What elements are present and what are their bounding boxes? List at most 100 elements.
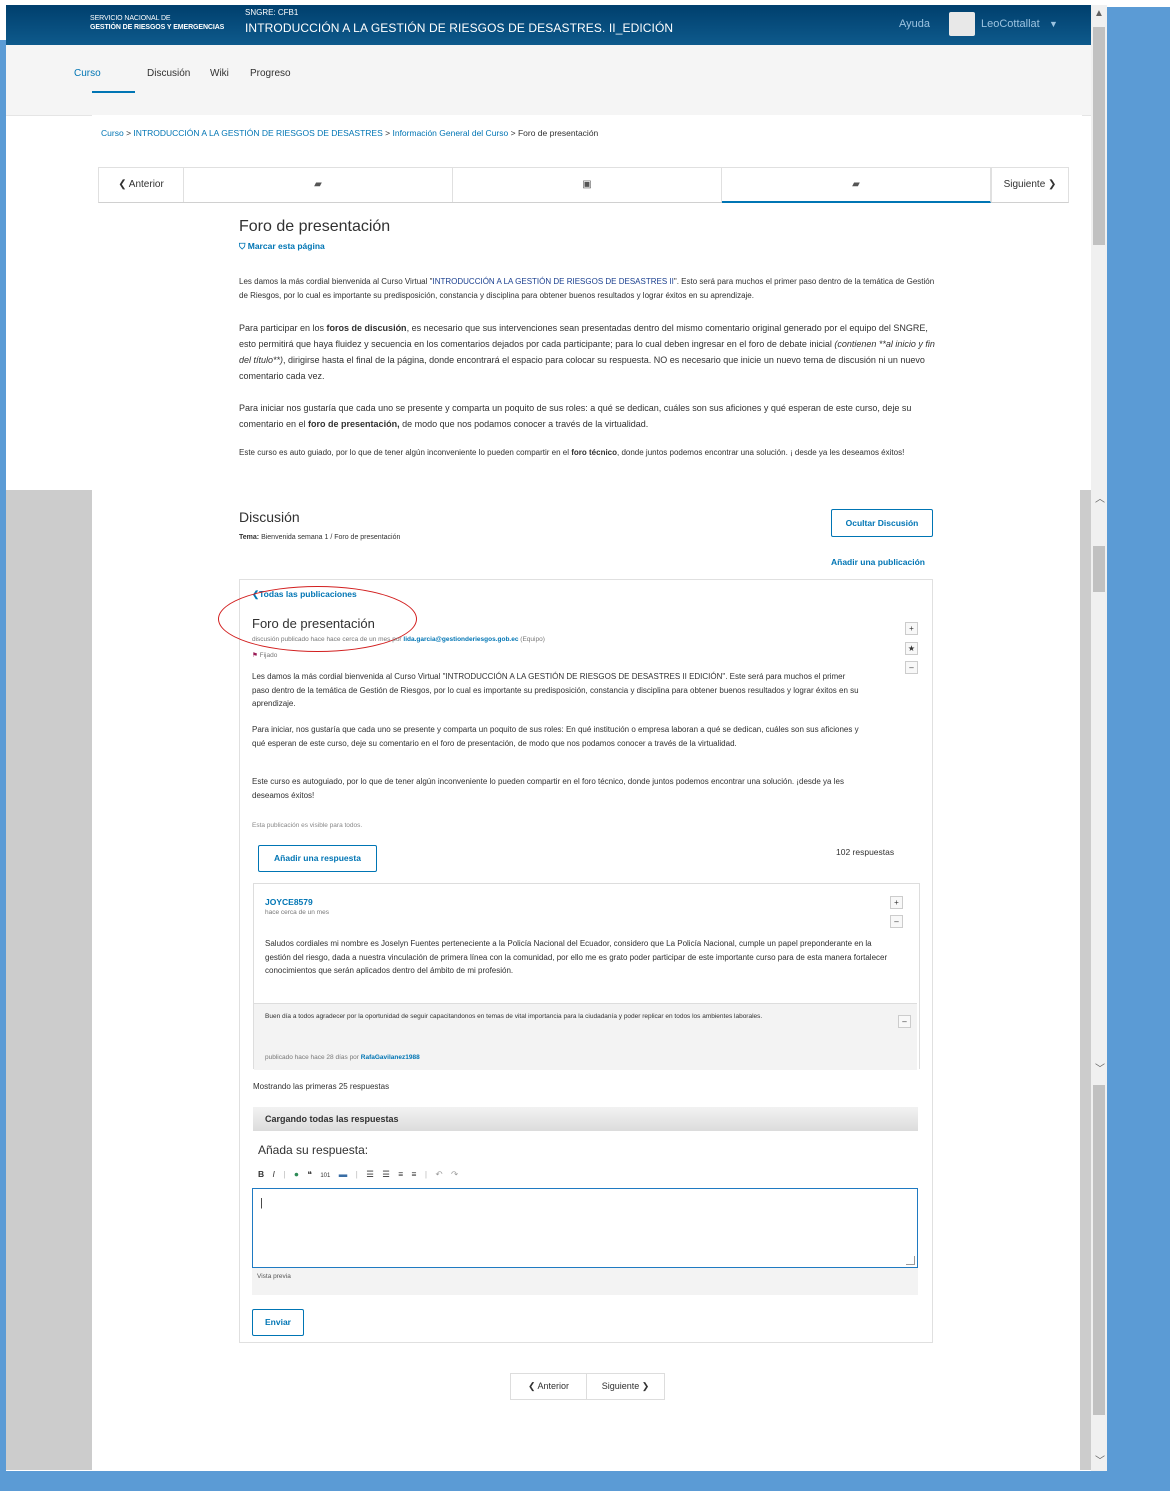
comment-body: Buen día a todos agradecer por la oportu… — [265, 1013, 763, 1020]
image-icon[interactable]: ▬ — [339, 1169, 348, 1179]
resize-handle-icon[interactable] — [906, 1256, 915, 1265]
username[interactable]: LeoCottallat — [981, 18, 1040, 30]
help-link[interactable]: Ayuda — [899, 18, 930, 30]
editor-toolbar: B I | ● ❝ 101 ▬ | ☰ ☰ ≡ ≡ | ↶ ↷ — [258, 1169, 459, 1180]
inner-scroll-up-icon[interactable]: ︿ — [1095, 490, 1105, 505]
film-icon: ▣ — [582, 179, 592, 190]
send-button[interactable]: Enviar — [252, 1309, 304, 1336]
tab-progress[interactable]: Progreso — [250, 68, 291, 79]
grey-overlay-right — [1080, 490, 1091, 1470]
showing-responses: Mostrando las primeras 25 respuestas — [253, 1082, 390, 1091]
book-icon: ▰ — [852, 179, 860, 190]
org-logo[interactable]: SERVICIO NACIONAL DE GESTIÓN DE RIESGOS … — [90, 14, 224, 32]
thread-body-3: Este curso es autoguiado, por lo que de … — [252, 777, 844, 800]
sequence-tab-video[interactable]: ▣ — [453, 168, 722, 202]
tab-discussion[interactable]: Discusión — [147, 68, 190, 79]
plus-icon[interactable]: + — [890, 896, 903, 909]
bottom-next-button[interactable]: Siguiente ❯ — [587, 1374, 664, 1399]
sequence-prev-button[interactable]: ❮ Anterior — [99, 168, 184, 202]
chevron-left-icon: ❮ — [118, 179, 129, 190]
more-icon[interactable]: – — [890, 915, 903, 928]
thread-meta: discusión publicado hace hace cerca de u… — [252, 636, 545, 643]
italic-icon[interactable]: I — [273, 1169, 275, 1179]
hide-discussion-button[interactable]: Ocultar Discusión — [831, 509, 933, 537]
grey-overlay-left — [6, 490, 92, 1470]
thread-title: Foro de presentación — [252, 616, 375, 631]
add-post-link[interactable]: Añadir una publicación — [831, 557, 925, 567]
thread-body-2: Para iniciar, nos gustaría que cada uno … — [252, 725, 859, 748]
visibility-note: Esta publicación es visible para todos. — [252, 822, 363, 829]
reply-editor[interactable]: | — [252, 1188, 918, 1268]
breadcrumb-subsection[interactable]: Información General del Curso — [392, 128, 508, 138]
quote-icon[interactable]: ❝ — [307, 1169, 312, 1180]
pinned-badge: ⚑ Fijado — [252, 652, 278, 659]
thread-author-link[interactable]: lida.garcia@gestionderiesgos.gob.ec — [403, 636, 518, 643]
sequence-tab-current[interactable]: ▰ — [722, 168, 991, 203]
hr-icon[interactable]: ≡ — [412, 1169, 417, 1179]
load-all-responses-button[interactable]: Cargando todas las respuestas — [253, 1107, 918, 1131]
add-response-button[interactable]: Añadir una respuesta — [258, 845, 377, 872]
chevron-down-icon[interactable]: ▼ — [1049, 19, 1058, 29]
sequence-next-button[interactable]: Siguiente ❯ — [991, 168, 1068, 202]
site-header: SERVICIO NACIONAL DE GESTIÓN DE RIESGOS … — [6, 5, 1091, 45]
pin-icon: ⚑ — [252, 652, 258, 659]
bottom-sequence-nav: ❮ Anterior Siguiente ❯ — [510, 1373, 665, 1400]
numbered-list-icon[interactable]: ☰ — [366, 1169, 374, 1180]
response-body: Saludos cordiales mi nombre es Joselyn F… — [265, 939, 888, 975]
breadcrumb: Curso > INTRODUCCIÓN A LA GESTIÓN DE RIE… — [101, 128, 599, 138]
comment-meta: publicado hace hace 28 días por RafaGavi… — [265, 1054, 420, 1061]
bottom-prev-button[interactable]: ❮ Anterior — [511, 1374, 587, 1399]
chevron-right-icon: ❯ — [1045, 179, 1057, 190]
sequence-nav: ❮ Anterior ▰ ▣ ▰ Siguiente ❯ — [98, 167, 1069, 203]
discussion-topic: Tema: Bienvenida semana 1 / Foro de pres… — [239, 534, 401, 541]
bookmark-icon: ⛉ — [239, 241, 248, 251]
redo-icon[interactable]: ↷ — [451, 1169, 458, 1180]
bold-icon[interactable]: B — [258, 1169, 264, 1179]
active-tab-indicator — [92, 91, 135, 93]
scroll-up-icon[interactable]: ▲ — [1092, 7, 1106, 21]
tab-wiki[interactable]: Wiki — [210, 68, 229, 79]
lower-scrollbar-thumb[interactable] — [1093, 1085, 1105, 1415]
tab-course[interactable]: Curso — [74, 68, 101, 79]
bookmark-button[interactable]: ⛉ Marcar esta página — [239, 241, 325, 252]
bullet-list-icon[interactable]: ☰ — [382, 1169, 390, 1180]
preview-label: Vista previa — [257, 1273, 291, 1280]
chevron-right-icon: ❯ — [639, 1381, 650, 1391]
book-icon: ▰ — [314, 179, 322, 190]
breadcrumb-current: Foro de presentación — [517, 128, 599, 138]
comment-author-link[interactable]: RafaGavilanez1988 — [361, 1054, 420, 1061]
undo-icon[interactable]: ↶ — [435, 1169, 442, 1180]
intro-paragraph-3: Para iniciar nos gustaría que cada uno s… — [239, 403, 912, 429]
reply-heading: Añada su respuesta: — [258, 1143, 369, 1157]
page-title: Foro de presentación — [239, 218, 391, 235]
heading-icon[interactable]: ≡ — [398, 1169, 403, 1179]
plus-icon[interactable]: + — [905, 622, 918, 635]
intro-paragraph-2: Para participar en los foros de discusió… — [239, 323, 935, 381]
more-icon[interactable]: – — [898, 1015, 911, 1028]
breadcrumb-course[interactable]: Curso — [101, 128, 124, 138]
chevron-left-icon: ❮ — [527, 1381, 538, 1391]
scroll-down-icon[interactable]: ﹀ — [1095, 1452, 1105, 1467]
sequence-tab-text[interactable]: ▰ — [184, 168, 453, 202]
intro-paragraph-1: Les damos la más cordial bienvenida al C… — [239, 277, 935, 300]
course-code: SNGRE: CFB1 — [245, 8, 299, 17]
avatar[interactable] — [949, 12, 975, 36]
response-count: 102 respuestas — [836, 847, 895, 857]
thread-body-1: Les damos la más cordial bienvenida al C… — [252, 672, 859, 708]
response-time: hace cerca de un mes — [265, 909, 329, 916]
preview-area — [252, 1268, 918, 1295]
course-title: INTRODUCCIÓN A LA GESTIÓN DE RIESGOS DE … — [245, 21, 674, 35]
more-icon[interactable]: – — [905, 661, 918, 674]
scrollbar-thumb[interactable] — [1093, 27, 1105, 245]
response-author[interactable]: JOYCE8579 — [265, 897, 313, 907]
code-icon[interactable]: 101 — [320, 1173, 330, 1179]
inner-scrollbar-thumb[interactable] — [1093, 546, 1105, 592]
reply-editor-value[interactable]: | — [260, 1197, 263, 1209]
inner-scroll-down-icon[interactable]: ﹀ — [1095, 1060, 1105, 1075]
star-icon[interactable]: ★ — [905, 642, 918, 655]
breadcrumb-section[interactable]: INTRODUCCIÓN A LA GESTIÓN DE RIESGOS DE … — [133, 128, 382, 138]
intro-paragraph-4: Este curso es auto guiado, por lo que de… — [239, 448, 905, 457]
discussion-title: Discusión — [239, 509, 300, 525]
link-icon[interactable]: ● — [294, 1169, 299, 1179]
course-nav: Curso Discusión Wiki Progreso — [6, 45, 1091, 116]
